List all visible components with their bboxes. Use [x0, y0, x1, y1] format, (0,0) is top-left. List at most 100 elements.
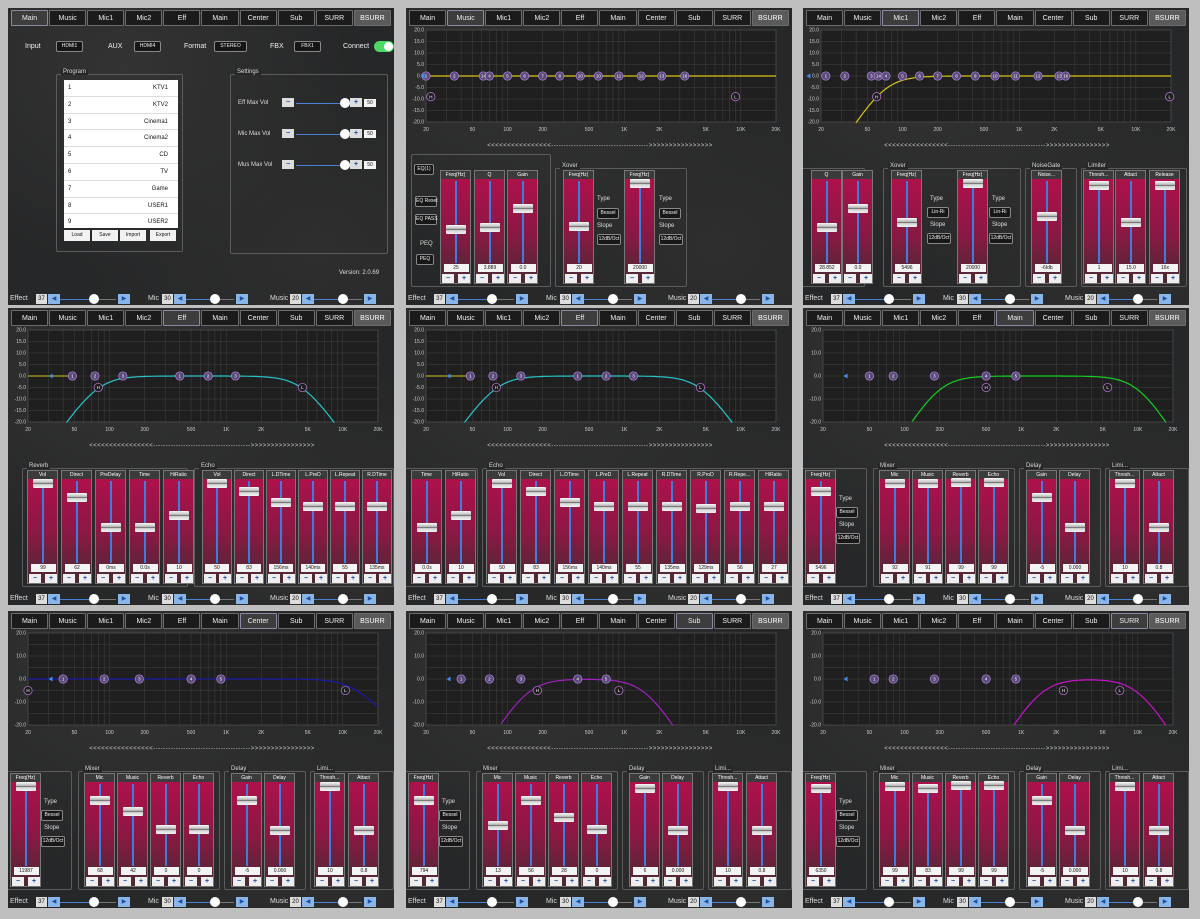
effect-dec-arrow[interactable]: ◀ — [446, 294, 458, 304]
reverb-minus-button[interactable]: − — [29, 574, 41, 583]
eq-minus-button[interactable]: − — [442, 274, 454, 283]
limiter-plus-button[interactable]: + — [764, 877, 776, 886]
effect-inc-arrow[interactable]: ▶ — [913, 294, 925, 304]
tab-mic2[interactable]: Mic2 — [920, 310, 958, 326]
echo-plus-button[interactable]: + — [315, 574, 327, 583]
tab-mic1[interactable]: Mic1 — [485, 613, 523, 629]
effect-dec-arrow[interactable]: ◀ — [48, 294, 60, 304]
tab-eff[interactable]: Eff — [561, 10, 599, 26]
music-inc-arrow[interactable]: ▶ — [364, 897, 376, 907]
mic-inc-arrow[interactable]: ▶ — [1031, 594, 1043, 604]
mixer-fader-knob[interactable] — [487, 821, 508, 830]
tab-eff[interactable]: Eff — [561, 613, 599, 629]
mixer-fader-track[interactable] — [926, 481, 929, 563]
peq-button[interactable]: PEQ — [416, 254, 434, 265]
mic-inc-arrow[interactable]: ▶ — [1031, 897, 1043, 907]
program-item[interactable]: 7 Game — [64, 181, 178, 198]
echo-fader-track[interactable] — [500, 481, 503, 563]
mic-slider-knob[interactable] — [607, 594, 618, 604]
mic-slider-knob[interactable] — [209, 897, 220, 907]
echo-plus-button[interactable]: + — [776, 574, 788, 583]
echo-plus-button[interactable]: + — [640, 574, 652, 583]
limiter-minus-button[interactable]: − — [714, 877, 726, 886]
tab-center[interactable]: Center — [637, 10, 675, 26]
mixer-minus-button[interactable]: − — [583, 877, 595, 886]
noisegate-fader-track[interactable] — [1045, 181, 1048, 263]
xover-low-plus-button[interactable]: + — [909, 274, 921, 283]
eq-gain-fader-knob[interactable] — [847, 204, 868, 214]
echo-fader-knob[interactable] — [661, 501, 682, 511]
effect-inc-arrow[interactable]: ▶ — [118, 294, 130, 304]
delay-minus-button[interactable]: − — [1028, 877, 1040, 886]
type-select[interactable]: Bessel — [439, 810, 461, 821]
limiter-plus-button[interactable]: + — [1101, 274, 1113, 283]
tab-sub[interactable]: Sub — [1072, 310, 1110, 326]
echo-plus-button[interactable]: + — [219, 574, 231, 583]
eq-response-graph[interactable]: 20.0 10.0 0.0 -10.0 -20.020 50 100 200 500 1K 2K 5K… — [8, 629, 394, 764]
effect-inc-arrow[interactable]: ▶ — [913, 594, 925, 604]
tab-center[interactable]: Center — [239, 10, 277, 26]
limiter-fader-knob[interactable] — [353, 825, 374, 835]
music-inc-arrow[interactable]: ▶ — [1159, 294, 1171, 304]
tab-mic2[interactable]: Mic2 — [125, 613, 163, 629]
mic-dec-arrow[interactable]: ◀ — [572, 294, 584, 304]
reverb-fader-knob[interactable] — [450, 511, 471, 521]
echo-fader-knob[interactable] — [239, 486, 259, 496]
delay-fader-knob[interactable] — [1064, 825, 1085, 835]
limiter-minus-button[interactable]: − — [748, 877, 760, 886]
tab-music[interactable]: Music — [844, 10, 882, 26]
mixer-minus-button[interactable]: − — [185, 877, 197, 886]
mic-slider-knob[interactable] — [209, 594, 220, 604]
music-dec-arrow[interactable]: ◀ — [1097, 594, 1109, 604]
tab-music[interactable]: Music — [49, 613, 87, 629]
tab-main[interactable]: Main — [201, 613, 239, 629]
reverb-fader-knob[interactable] — [416, 522, 437, 532]
mixer-plus-button[interactable]: + — [963, 574, 975, 583]
tab-main[interactable]: Main — [806, 10, 844, 26]
mixer-plus-button[interactable]: + — [533, 877, 545, 886]
tab-main[interactable]: Main — [599, 613, 637, 629]
mic-dec-arrow[interactable]: ◀ — [174, 897, 186, 907]
mixer-minus-button[interactable]: − — [980, 574, 992, 583]
echo-fader-knob[interactable] — [207, 478, 227, 488]
delay-minus-button[interactable]: − — [1061, 877, 1073, 886]
delay-minus-button[interactable]: − — [1061, 574, 1073, 583]
tab-main[interactable]: Main — [599, 310, 637, 326]
limiter-minus-button[interactable]: − — [350, 877, 362, 886]
mixer-fader-track[interactable] — [926, 784, 929, 866]
effect-inc-arrow[interactable]: ▶ — [516, 897, 528, 907]
eq-response-graph[interactable]: 20.0 10.0 0.0 -10.0 -20.020 50 100 200 500 1K 2K 5K… — [803, 629, 1189, 764]
music-dec-arrow[interactable]: ◀ — [302, 897, 314, 907]
echo-fader-track[interactable] — [376, 481, 378, 563]
echo-fader-track[interactable] — [636, 481, 639, 563]
limiter-fader-knob[interactable] — [1148, 522, 1169, 532]
music-inc-arrow[interactable]: ▶ — [1159, 594, 1171, 604]
echo-fader-track[interactable] — [344, 481, 346, 563]
limiter-minus-button[interactable]: − — [1111, 877, 1123, 886]
eq-response-graph[interactable]: 20.0 10.0 0.0 -10.0 -20.020 50 100 200 500 1K 2K 5K… — [803, 326, 1189, 461]
limiter-fader-knob[interactable] — [1120, 218, 1141, 227]
setting-minus-button[interactable]: − — [282, 129, 294, 138]
connect-toggle[interactable] — [374, 41, 394, 52]
xover-freq-plus-button[interactable]: + — [426, 877, 438, 886]
tab-mic2[interactable]: Mic2 — [125, 310, 163, 326]
fbx-select[interactable]: FBX1 — [294, 41, 321, 52]
tab-main[interactable]: Main — [201, 10, 239, 26]
tab-surr[interactable]: SURR — [713, 310, 751, 326]
delay-plus-button[interactable]: + — [680, 877, 692, 886]
echo-minus-button[interactable]: − — [488, 574, 500, 583]
mixer-fader-track[interactable] — [893, 784, 896, 866]
mixer-fader-knob[interactable] — [950, 780, 971, 790]
effect-slider-knob[interactable] — [883, 897, 894, 907]
reverb-minus-button[interactable]: − — [97, 574, 109, 583]
eq-plus-button[interactable]: + — [492, 274, 504, 283]
mic-dec-arrow[interactable]: ◀ — [969, 294, 981, 304]
mixer-fader-knob[interactable] — [884, 479, 905, 489]
tab-center[interactable]: Center — [239, 310, 277, 326]
limiter-plus-button[interactable]: + — [730, 877, 742, 886]
tab-bsurr[interactable]: BSURR — [353, 310, 391, 326]
tab-sub[interactable]: Sub — [675, 613, 713, 629]
program-item[interactable]: 8 USER1 — [64, 198, 178, 215]
reverb-plus-button[interactable]: + — [147, 574, 159, 583]
import-button[interactable]: Import — [120, 230, 146, 241]
